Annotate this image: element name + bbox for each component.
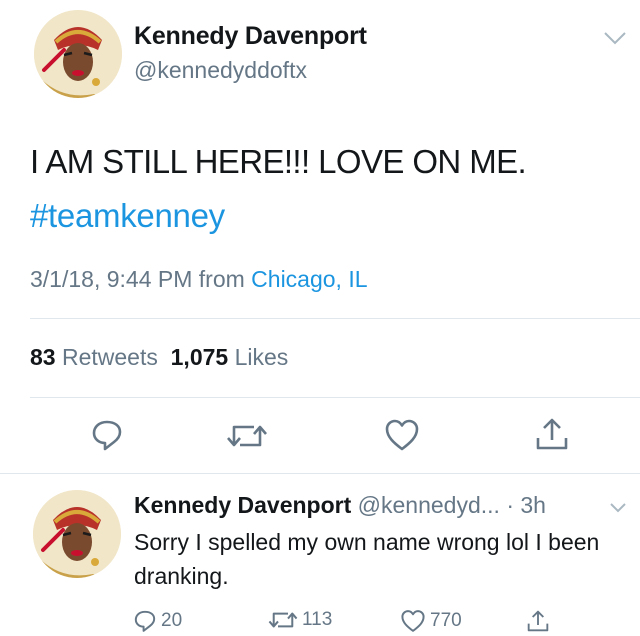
retweet-icon (268, 612, 298, 628)
avatar-image (34, 10, 122, 98)
tweet-text: I AM STILL HERE!!! LOVE ON ME. (30, 143, 527, 180)
divider (30, 318, 640, 319)
tweet-timestamp: 3/1/18, 9:44 PM from Chicago, IL (30, 266, 368, 293)
share-button[interactable] (534, 416, 570, 452)
divider (30, 397, 640, 398)
heart-icon (385, 419, 419, 451)
reply-icon (92, 420, 122, 451)
reply-author-avatar[interactable] (33, 490, 121, 578)
avatar-image (33, 490, 121, 578)
like-button[interactable] (384, 418, 420, 452)
reply-reply-button[interactable]: 20 (133, 609, 182, 633)
likes-label[interactable]: Likes (235, 344, 289, 370)
share-icon (536, 418, 568, 450)
retweet-icon (227, 425, 267, 447)
chevron-down-icon[interactable] (603, 30, 627, 46)
tweet-stats: 83 Retweets 1,075 Likes (30, 344, 288, 371)
reply-author-name[interactable]: Kennedy Davenport (134, 492, 351, 518)
like-count: 770 (430, 610, 462, 631)
reply-header: Kennedy Davenport @kennedyd... · 3h (134, 492, 546, 519)
reply-text: Sorry I spelled my own name wrong lol I … (134, 529, 600, 589)
author-display-name[interactable]: Kennedy Davenport (134, 22, 367, 51)
author-handle[interactable]: @kennedyddoftx (134, 57, 307, 84)
share-icon (527, 610, 549, 632)
heart-icon (401, 610, 425, 632)
author-avatar[interactable] (34, 10, 122, 98)
reply-retweet-button[interactable]: 113 (268, 609, 332, 631)
reply-meta: @kennedyd... · 3h (351, 492, 546, 518)
reply-share-button[interactable] (526, 609, 550, 633)
location-link[interactable]: Chicago, IL (251, 266, 367, 292)
hashtag-link[interactable]: #teamkenney (30, 197, 225, 235)
likes-count[interactable]: 1,075 (171, 344, 229, 370)
retweets-count[interactable]: 83 (30, 344, 56, 370)
retweets-label[interactable]: Retweets (62, 344, 158, 370)
reply-like-button[interactable]: 770 (400, 609, 462, 633)
reply-icon (134, 610, 156, 632)
retweet-button[interactable] (226, 421, 268, 451)
chevron-down-icon[interactable] (609, 502, 627, 514)
reply-count: 20 (161, 610, 183, 631)
divider (0, 473, 640, 474)
timestamp-text: 3/1/18, 9:44 PM from (30, 266, 252, 292)
reply-button[interactable] (90, 418, 124, 452)
retweet-count: 113 (302, 609, 333, 630)
